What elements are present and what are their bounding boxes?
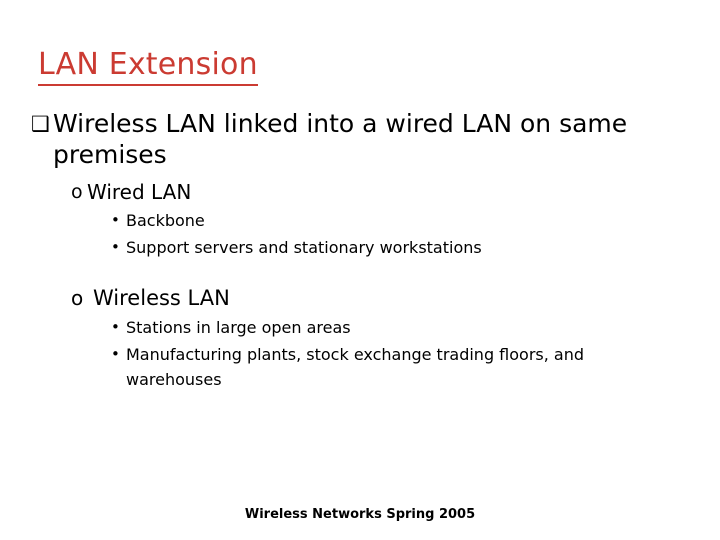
list-item-level2-wireless-lan: o Wireless LAN (71, 285, 720, 312)
slide-footer: Wireless Networks Spring 2005 (244, 507, 476, 522)
shadowed-square-bullet-icon: ❑ (31, 112, 50, 136)
list-group-spacer (0, 262, 720, 269)
list-item-level3-manufacturing: • Manufacturing plants, stock exchange t… (111, 342, 720, 392)
list-item-label: Backbone (126, 211, 205, 230)
page-title: LAN Extension (38, 48, 258, 86)
round-bullet-icon: • (111, 345, 120, 363)
slide-canvas: LAN Extension ❑ Wireless LAN linked into… (0, 0, 720, 540)
list-item-label: Wireless LAN linked into a wired LAN on … (53, 109, 628, 169)
list-item-label: Manufacturing plants, stock exchange tra… (126, 345, 585, 389)
slide-title-container: LAN Extension (38, 48, 678, 86)
slide-body: ❑ Wireless LAN linked into a wired LAN o… (0, 108, 720, 394)
list-item-label: Support servers and stationary workstati… (126, 238, 482, 257)
list-item-label: Wireless LAN (93, 286, 230, 310)
round-bullet-icon: • (111, 318, 120, 336)
list-item-label: Wired LAN (87, 180, 192, 204)
list-item-level3-support-servers: • Support servers and stationary worksta… (111, 235, 720, 260)
list-item-level2-wired-lan: o Wired LAN (71, 179, 720, 205)
list-item-label: Stations in large open areas (126, 318, 351, 337)
circle-o-bullet-icon: o (71, 286, 84, 310)
round-bullet-icon: • (111, 238, 120, 256)
round-bullet-icon: • (111, 211, 120, 229)
list-item-level1: ❑ Wireless LAN linked into a wired LAN o… (31, 108, 720, 170)
list-item-level3-backbone: • Backbone (111, 208, 720, 233)
list-item-level3-stations: • Stations in large open areas (111, 315, 720, 340)
circle-o-bullet-icon: o (71, 181, 83, 203)
